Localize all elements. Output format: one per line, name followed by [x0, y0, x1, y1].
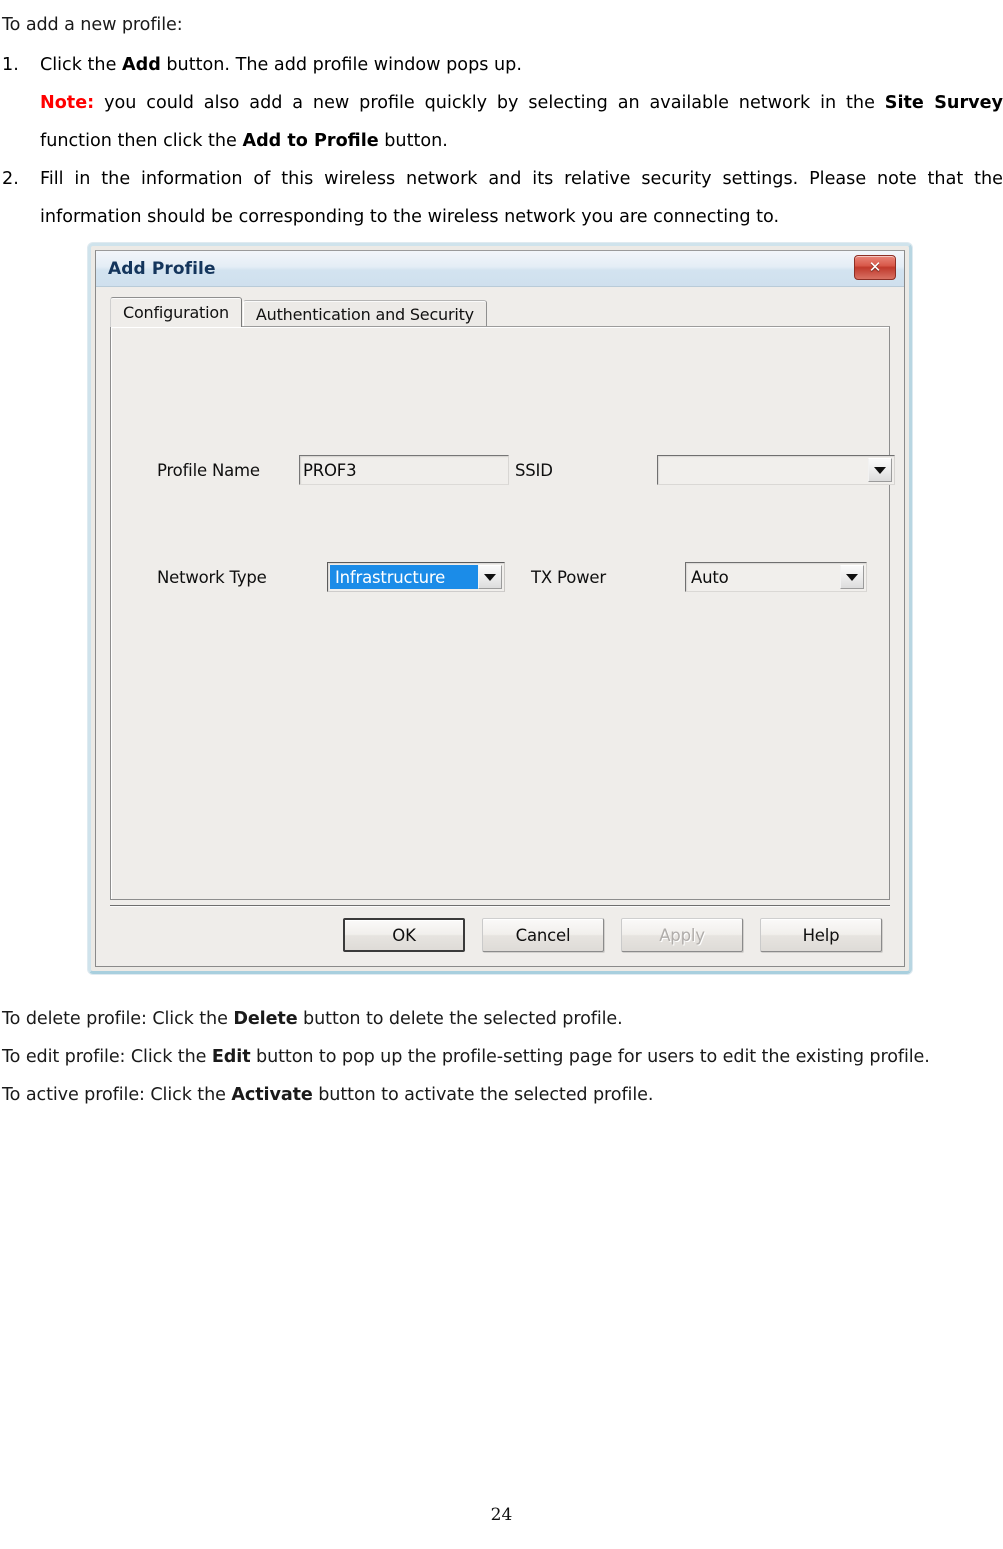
chevron-down-icon[interactable]	[478, 565, 502, 589]
tabstrip: Configuration Authentication and Securit…	[110, 297, 890, 327]
step-1-note: Note: you could also add a new profile q…	[40, 84, 1003, 160]
note-label: Note:	[40, 93, 95, 113]
step-1-line-1: Click the Add button. The add profile wi…	[40, 46, 1003, 84]
profile-name-value: PROF3	[303, 460, 357, 480]
chevron-down-icon[interactable]	[840, 565, 864, 589]
network-type-combobox[interactable]: Infrastructure	[327, 562, 505, 592]
add-button-name: Add	[121, 55, 161, 75]
tx-power-label: TX Power	[531, 567, 606, 587]
list-item: 2. Fill in the information of this wirel…	[0, 160, 1003, 236]
apply-button-label: Apply	[659, 925, 705, 945]
delete-pre: To delete profile: Click the	[2, 1009, 234, 1029]
list-number: 1.	[2, 55, 19, 75]
note-pre: you could also add a new profile quickly…	[94, 93, 885, 113]
cancel-button[interactable]: Cancel	[482, 918, 604, 952]
document-tail: To delete profile: Click the Delete butt…	[0, 1000, 1003, 1114]
note-mid: function then click the	[40, 131, 243, 151]
ssid-label: SSID	[515, 460, 553, 480]
apply-button: Apply	[621, 918, 743, 952]
delete-profile-paragraph: To delete profile: Click the Delete butt…	[2, 1000, 1003, 1038]
document-body: To add a new profile: 1. Click the Add b…	[0, 6, 1003, 236]
site-survey-name: Site Survey	[884, 93, 1003, 113]
cancel-button-label: Cancel	[515, 925, 571, 945]
step1-pre: Click the	[40, 55, 122, 75]
chevron-down-icon[interactable]	[868, 458, 892, 482]
tab-authentication-and-security-label: Authentication and Security	[255, 304, 474, 324]
tab-configuration-label: Configuration	[123, 303, 229, 322]
tab-configuration[interactable]: Configuration	[110, 297, 242, 327]
intro-paragraph: To add a new profile:	[2, 15, 183, 35]
page-number: 24	[490, 1505, 513, 1525]
profile-name-input[interactable]: PROF3	[299, 455, 509, 485]
list-body: Click the Add button. The add profile wi…	[40, 46, 1003, 160]
tx-power-value: Auto	[691, 567, 729, 587]
dialog-body: Configuration Authentication and Securit…	[96, 288, 904, 966]
dialog-title: Add Profile	[108, 258, 216, 279]
add-to-profile-name: Add to Profile	[242, 131, 379, 151]
network-type-value: Infrastructure	[330, 565, 478, 589]
note-post: button.	[378, 131, 448, 151]
edit-profile-paragraph: To edit profile: Click the Edit button t…	[2, 1038, 1002, 1076]
edit-post: button to pop up the profile-setting pag…	[250, 1047, 930, 1067]
tx-power-combobox[interactable]: Auto	[685, 562, 867, 592]
help-button-label: Help	[802, 925, 840, 945]
tab-panel-configuration: Profile Name PROF3 SSID Network Type Inf…	[110, 326, 895, 900]
dialog-titlebar: Add Profile ✕	[96, 251, 904, 287]
add-profile-dialog: Add Profile ✕ Configuration Authenticati…	[88, 243, 912, 974]
close-glyph: ✕	[868, 258, 882, 276]
ssid-value	[658, 456, 868, 484]
delete-post: button to delete the selected profile.	[297, 1009, 623, 1029]
dialog-button-bar: OK Cancel Apply Help	[110, 914, 890, 956]
activate-pre: To active profile: Click the	[2, 1085, 232, 1105]
ok-button[interactable]: OK	[343, 918, 465, 952]
ok-button-label: OK	[392, 925, 416, 945]
ssid-combobox[interactable]	[657, 455, 895, 485]
step1-post: button. The add profile window pops up.	[160, 55, 522, 75]
tab-authentication-and-security[interactable]: Authentication and Security	[242, 300, 487, 327]
dialog-inner-frame: Add Profile ✕ Configuration Authenticati…	[95, 250, 905, 967]
list-item: 1. Click the Add button. The add profile…	[0, 46, 1003, 160]
edit-pre: To edit profile: Click the	[2, 1047, 212, 1067]
close-icon[interactable]: ✕	[854, 255, 896, 280]
list-number: 2.	[2, 169, 19, 189]
add-profile-screenshot: Add Profile ✕ Configuration Authenticati…	[88, 243, 912, 974]
activate-profile-paragraph: To active profile: Click the Activate bu…	[2, 1076, 1003, 1114]
delete-button-name: Delete	[233, 1009, 298, 1029]
step-2-text: Fill in the information of this wireless…	[40, 169, 1003, 227]
footer-divider	[110, 905, 890, 907]
activate-post: button to activate the selected profile.	[312, 1085, 654, 1105]
edit-button-name: Edit	[211, 1047, 251, 1067]
network-type-label: Network Type	[157, 567, 267, 587]
help-button[interactable]: Help	[760, 918, 882, 952]
activate-button-name: Activate	[231, 1085, 313, 1105]
